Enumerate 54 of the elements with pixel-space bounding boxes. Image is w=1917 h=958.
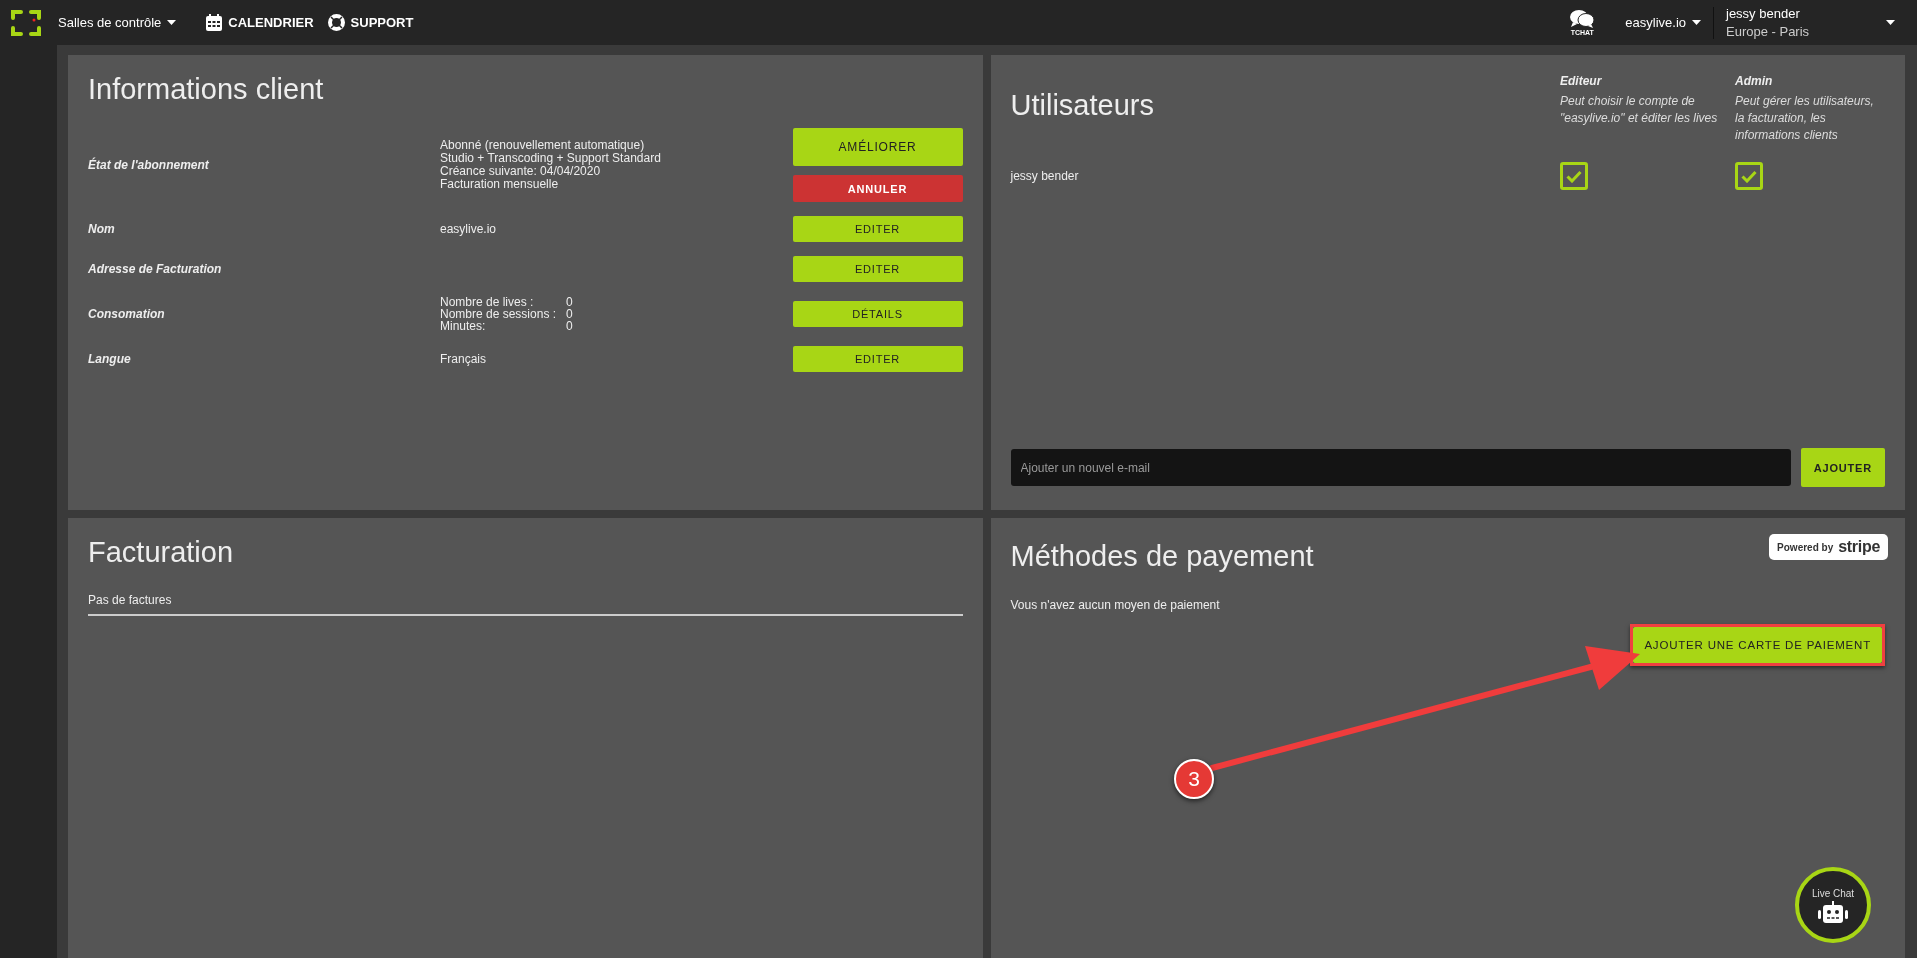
action-button[interactable]: EDITER (792, 346, 963, 372)
checkbox[interactable] (1560, 162, 1588, 190)
robot-icon (1816, 900, 1850, 923)
role-name: Editeur (1560, 73, 1603, 90)
action-button[interactable]: AMÉLIORER (792, 128, 963, 166)
role-description: Peut gérer les utilisateurs, la facturation, les informations clients (1735, 94, 1874, 142)
stat-value: 0 (566, 296, 573, 308)
stat-label: Nombre de sessions : (440, 308, 557, 320)
panel-title: Facturation (88, 536, 234, 569)
room-menu[interactable]: Salles de contrôle (58, 15, 162, 30)
check-icon (1741, 169, 1757, 183)
email-field[interactable]: Ajouter un nouvel e-mail (1010, 449, 1791, 486)
stat-label: Minutes: (440, 320, 487, 332)
caret-icon[interactable] (1692, 20, 1701, 25)
check-icon (1566, 169, 1582, 183)
action-button[interactable]: EDITER (792, 256, 963, 282)
live-chat-label: Live Chat (1811, 887, 1855, 899)
user-name: jessy bender (1010, 169, 1080, 183)
field-label: Nom (88, 222, 116, 236)
field-label: Adresse de Facturation (88, 262, 223, 276)
action-button[interactable]: DÉTAILS (792, 301, 963, 327)
logo-icon[interactable] (10, 8, 42, 37)
empty-message: Vous n'avez aucun moyen de paiement (1010, 598, 1221, 612)
powered-by-badge: Powered by stripe (1769, 534, 1888, 560)
field-value: easylive.io (440, 222, 498, 236)
panel-title: Utilisateurs (1010, 89, 1155, 122)
field-label: Consomation (88, 307, 166, 321)
nav-link[interactable]: SUPPORT (327, 14, 414, 31)
role-description: Peut choisir le compte de "easylive.io" et éditer les lives (1560, 94, 1718, 125)
user-name: jessy bender (1726, 6, 1801, 21)
add-button[interactable]: AJOUTER (1800, 448, 1885, 487)
checkbox[interactable] (1735, 162, 1763, 190)
user-timezone: Europe - Paris (1726, 24, 1811, 39)
cancel-button[interactable]: ANNULER (792, 175, 963, 202)
field-value: Français (440, 352, 487, 366)
nav-link[interactable]: CALENDRIER (206, 14, 314, 31)
panel-title: Méthodes de payement (1010, 540, 1314, 573)
field-label: Langue (88, 352, 132, 366)
lifebuoy-icon (327, 14, 345, 31)
field-value: Abonné (renouvellement automatique) Studio + Transcoding + Support Standard Créance suivante: 04/04/2020 Facturation mensuelle (440, 139, 662, 191)
panel-title: Informations client (88, 73, 324, 106)
role-name: Admin (1735, 73, 1774, 90)
caret-icon[interactable] (1886, 20, 1895, 25)
stat-value: 0 (566, 308, 573, 320)
empty-message: Pas de factures (88, 573, 963, 616)
field-label: État de l'abonnement (88, 158, 210, 172)
action-button[interactable]: EDITER (792, 216, 963, 242)
stat-label: Nombre de lives : (440, 296, 535, 308)
add-card-button[interactable]: AJOUTER UNE CARTE DE PAIEMENT (1633, 627, 1882, 663)
calendar-icon (206, 14, 223, 31)
stat-value: 0 (566, 320, 573, 332)
account-menu[interactable]: easylive.io (1625, 15, 1686, 30)
caret-icon[interactable] (167, 20, 177, 25)
chat-bubbles-icon (1569, 9, 1596, 29)
